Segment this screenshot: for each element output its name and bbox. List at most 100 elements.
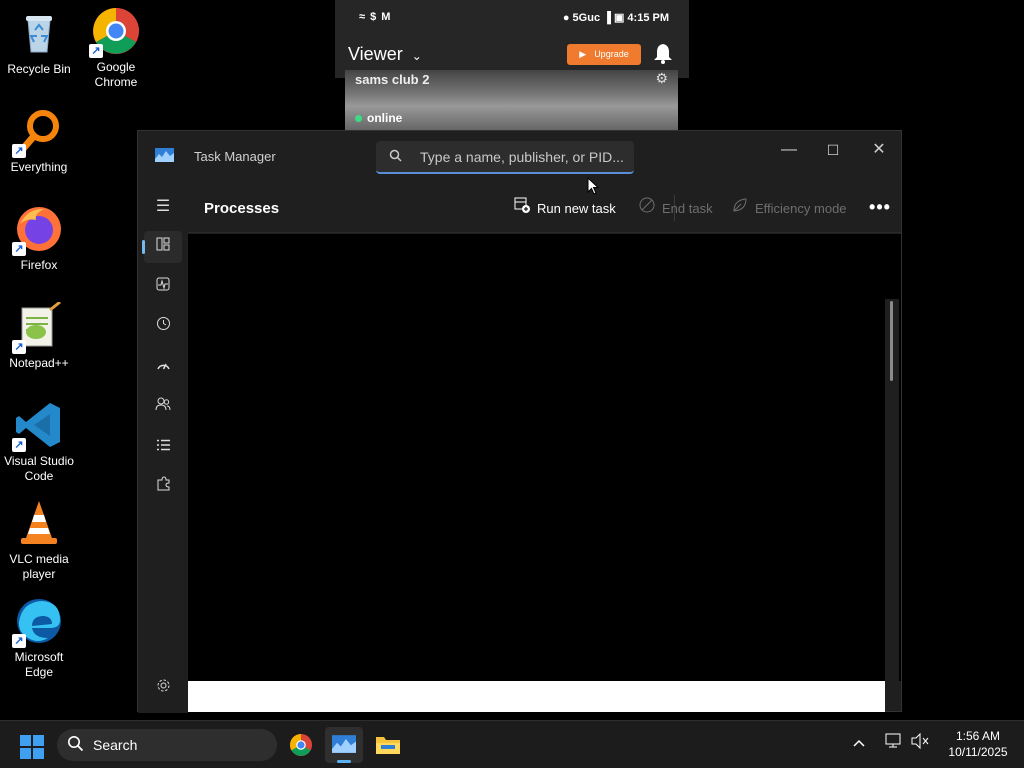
hamburger-menu-icon[interactable]: ☰ — [144, 191, 182, 223]
task-manager-icon — [332, 735, 356, 753]
speaker-muted-icon[interactable] — [911, 732, 929, 753]
task-manager-window: Task Manager — ☐ ✕ ☰ — [137, 130, 902, 713]
taskbar-search[interactable]: Search — [57, 729, 277, 761]
run-new-task-button[interactable]: Run new task — [513, 197, 616, 221]
chevron-up-icon[interactable] — [852, 735, 866, 751]
details-list-icon — [156, 439, 170, 451]
nav-services[interactable] — [144, 471, 182, 503]
phone-status-left: ≈ $ M — [359, 11, 392, 23]
phone-status-right: ● 5Guc ▐ ▣ 4:15 PM — [562, 12, 669, 24]
active-indicator — [337, 760, 351, 763]
upgrade-button[interactable]: ▶ Upgrade — [567, 44, 641, 65]
clock-time: 1:56 AM — [955, 729, 1001, 743]
toolbar: Processes Run new task End task Efficien… — [188, 183, 901, 233]
run-new-task-label: Run new task — [537, 201, 616, 216]
efficiency-mode-label: Efficiency mode — [755, 201, 847, 216]
desktop-icon-everything[interactable]: ↗ Everything — [0, 106, 78, 175]
desktop-icon-label: Everything — [10, 160, 68, 174]
desktop-icon-label: Notepad++ — [9, 356, 69, 370]
search-box[interactable] — [376, 141, 634, 174]
vscode-icon: ↗ — [12, 400, 64, 452]
upgrade-label: Upgrade — [594, 49, 629, 59]
edge-icon: ↗ — [12, 596, 64, 648]
network-icon[interactable] — [885, 733, 903, 753]
shortcut-arrow-icon: ↗ — [12, 634, 26, 648]
more-options-button[interactable]: ••• — [865, 195, 895, 223]
shortcut-arrow-icon: ↗ — [12, 144, 26, 158]
camera-preview[interactable]: sams club 2 ⚙ online — [345, 70, 678, 130]
page-title: Processes — [204, 200, 280, 217]
camera-title: sams club 2 — [355, 72, 430, 87]
performance-icon — [156, 277, 170, 291]
online-dot-icon — [355, 115, 362, 122]
desktop-icon-google-chrome[interactable]: ↗ Google Chrome — [77, 6, 155, 90]
taskbar-search-label: Search — [93, 737, 138, 753]
maximize-button[interactable]: ☐ — [810, 135, 856, 165]
task-manager-logo-icon — [155, 148, 174, 162]
camera-status: online — [355, 111, 402, 125]
desktop-icon-label: Firefox — [20, 258, 58, 272]
taskbar-app-file-explorer[interactable] — [369, 727, 407, 763]
phone-status-bar: ≈ $ M ● 5Guc ▐ ▣ 4:15 PM — [335, 0, 689, 36]
desktop-icon-label: Recycle Bin — [7, 62, 71, 76]
gear-icon[interactable]: ⚙ — [655, 70, 668, 87]
play-icon: ▶ — [579, 49, 587, 59]
taskbar: Search 1:56 AM 10/11/2025 — [0, 720, 1024, 768]
search-icon — [67, 735, 84, 757]
history-icon — [156, 317, 170, 330]
title-bar[interactable]: Task Manager — ☐ ✕ — [138, 131, 901, 183]
minimize-button[interactable]: — — [766, 135, 812, 165]
shortcut-arrow-icon: ↗ — [89, 44, 103, 58]
desktop-icon-label: Microsoft Edge — [14, 650, 64, 679]
speedometer-icon — [156, 363, 170, 370]
desktop-icon-label: Visual Studio Code — [4, 454, 74, 483]
end-task-icon — [638, 197, 656, 221]
nav-settings[interactable] — [144, 673, 182, 705]
desktop-icon-firefox[interactable]: ↗ Firefox — [0, 204, 78, 273]
desktop-icon-vscode[interactable]: ↗ Visual Studio Code — [0, 400, 78, 484]
taskbar-app-task-manager[interactable] — [325, 727, 363, 763]
clock-date: 10/11/2025 — [948, 745, 1008, 759]
nav-processes[interactable] — [142, 231, 182, 263]
efficiency-mode-button[interactable]: Efficiency mode — [731, 197, 847, 221]
everything-search-icon: ↗ — [12, 106, 64, 158]
run-task-icon — [513, 197, 531, 221]
desktop-icon-recycle-bin[interactable]: Recycle Bin — [0, 8, 78, 77]
search-icon — [389, 149, 402, 165]
desktop: Recycle Bin ↗ Google Chrome ↗ Everything… — [0, 0, 1024, 768]
taskbar-app-chrome[interactable] — [282, 727, 320, 763]
nav-users[interactable] — [144, 391, 182, 423]
bell-icon[interactable] — [653, 42, 675, 64]
gear-icon — [157, 679, 169, 692]
camera-status-label: online — [367, 111, 403, 125]
clock[interactable]: 1:56 AM 10/11/2025 — [938, 728, 1018, 760]
start-button[interactable] — [14, 731, 50, 761]
mouse-cursor-icon — [587, 177, 599, 195]
processes-icon — [156, 237, 170, 251]
end-task-label: End task — [662, 201, 713, 216]
scrollbar-thumb[interactable] — [890, 301, 893, 381]
search-input[interactable] — [420, 145, 625, 169]
end-task-button[interactable]: End task — [638, 197, 713, 221]
desktop-icon-label: Google Chrome — [94, 60, 138, 89]
recycle-bin-icon — [14, 8, 64, 58]
nav-sidebar: ☰ — [138, 183, 188, 713]
scrollbar[interactable] — [885, 299, 899, 696]
shortcut-arrow-icon: ↗ — [12, 438, 26, 452]
nav-details[interactable] — [144, 431, 182, 463]
notepad-plus-plus-icon: ↗ — [12, 300, 64, 354]
nav-app-history[interactable] — [144, 311, 182, 343]
processes-content-area[interactable] — [188, 234, 901, 681]
desktop-icon-vlc[interactable]: VLC media player — [0, 498, 78, 582]
leaf-icon — [731, 197, 749, 221]
nav-startup-apps[interactable] — [144, 351, 182, 383]
services-puzzle-icon — [157, 476, 169, 491]
desktop-icon-notepad-plus-plus[interactable]: ↗ Notepad++ — [0, 300, 78, 371]
close-button[interactable]: ✕ — [856, 135, 902, 165]
chrome-icon — [289, 733, 313, 757]
desktop-icon-microsoft-edge[interactable]: ↗ Microsoft Edge — [0, 596, 78, 680]
content-footer — [188, 681, 885, 712]
viewer-dropdown[interactable]: Viewer ⌄ — [348, 44, 422, 65]
viewer-title: Viewer — [348, 44, 403, 64]
nav-performance[interactable] — [144, 271, 182, 303]
